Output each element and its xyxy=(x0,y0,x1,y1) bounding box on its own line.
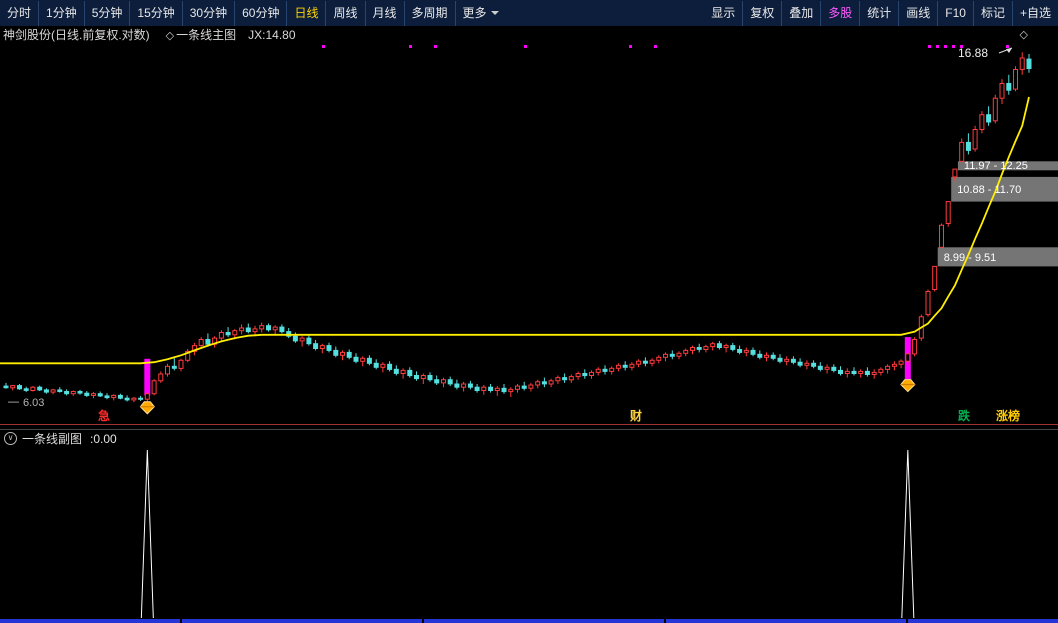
overlay-button[interactable]: 叠加 xyxy=(781,0,820,26)
signal-dots-layer xyxy=(322,45,1009,48)
period-tabs-group: 分时 1分钟 5分钟 15分钟 30分钟 60分钟 日线 周线 月线 多周期 更多 xyxy=(0,0,506,26)
svg-text:11.97 - 12.25: 11.97 - 12.25 xyxy=(964,160,1028,172)
mark-button[interactable]: 标记 xyxy=(972,0,1012,26)
period-tab-1min[interactable]: 1分钟 xyxy=(38,0,84,26)
svg-text:8.99 - 9.51: 8.99 - 9.51 xyxy=(944,252,997,264)
top-toolbar: 分时 1分钟 5分钟 15分钟 30分钟 60分钟 日线 周线 月线 多周期 更多 显示 复权 叠加 多股… xyxy=(0,0,1058,26)
link-fall-rank[interactable]: 跌 xyxy=(958,409,970,424)
adjust-button[interactable]: 复权 xyxy=(742,0,781,26)
tools-group: 显示 复权 叠加 多股 统计 画线 F10 标记 +自选 xyxy=(704,0,1058,26)
candles-layer xyxy=(3,52,1032,406)
sub-indicator-name: 一条线副图 xyxy=(22,432,83,446)
more-caret-icon xyxy=(490,10,499,19)
marker-urgent[interactable]: 急 xyxy=(98,409,110,424)
svg-text:16.88: 16.88 xyxy=(958,46,988,60)
indicator-collapse-icon[interactable]: ◇ xyxy=(166,30,174,42)
more-menu[interactable]: 更多 xyxy=(454,0,506,26)
signal-bars-layer xyxy=(144,337,911,396)
scrollbar-tick xyxy=(906,619,908,623)
sub-indicator-value: :0.00 xyxy=(90,431,117,446)
scrollbar-tick xyxy=(664,619,666,623)
scrollbar-tick xyxy=(422,619,424,623)
draw-line-button[interactable]: 画线 xyxy=(898,0,937,26)
sub-chart-header: ∨ 一条线副图 :0.00 xyxy=(0,429,1058,447)
main-chart-canvas[interactable]: 11.97 - 12.25 10.88 - 11.70 8.99 - 9.51 16.… xyxy=(0,44,1058,426)
link-rise-rank[interactable]: 涨榜 xyxy=(996,409,1020,424)
multi-stock-button[interactable]: 多股 xyxy=(820,0,859,26)
f10-button[interactable]: F10 xyxy=(937,0,973,26)
sub-chart-canvas[interactable] xyxy=(0,447,1058,619)
stats-button[interactable]: 统计 xyxy=(859,0,898,26)
display-button[interactable]: 显示 xyxy=(704,1,742,26)
main-chart-title-row: 神剑股份(日线.前复权.对数) ◇ 一条线主图 JX:14.80 ◇ xyxy=(0,26,1058,44)
period-tab-intraday[interactable]: 分时 xyxy=(0,1,38,26)
time-scrollbar[interactable] xyxy=(0,619,1058,623)
period-tab-monthly[interactable]: 月线 xyxy=(364,0,404,26)
period-tab-daily[interactable]: 日线 xyxy=(286,0,325,26)
price-labels-layer: 11.97 - 12.25 10.88 - 11.70 8.99 - 9.51 16.… xyxy=(8,46,1028,409)
bottom-markers-row: 急 财 跌 涨榜 xyxy=(0,409,1058,424)
sub-signal-spikes xyxy=(140,449,915,619)
jx-indicator-line xyxy=(0,96,1030,365)
collapse-arrow-icon[interactable]: ∨ xyxy=(4,432,17,445)
period-tab-multi[interactable]: 多周期 xyxy=(403,0,455,26)
indicator-value: JX:14.80 xyxy=(248,28,296,42)
period-tab-30min[interactable]: 30分钟 xyxy=(181,0,234,26)
indicator-name: 一条线主图 xyxy=(176,28,237,42)
svg-text:6.03: 6.03 xyxy=(23,397,44,409)
stock-title: 神剑股份(日线.前复权.对数) xyxy=(3,28,150,42)
period-tab-5min[interactable]: 5分钟 xyxy=(83,0,130,26)
period-tab-15min[interactable]: 15分钟 xyxy=(129,0,181,26)
marker-finance[interactable]: 财 xyxy=(630,409,642,424)
svg-text:10.88 - 11.70: 10.88 - 11.70 xyxy=(957,184,1021,196)
corner-diamond-icon: ◇ xyxy=(1019,29,1028,41)
scrollbar-tick xyxy=(180,619,182,623)
period-tab-weekly[interactable]: 周线 xyxy=(325,0,364,26)
add-watchlist-button[interactable]: +自选 xyxy=(1011,0,1058,26)
period-tab-60min[interactable]: 60分钟 xyxy=(234,0,286,26)
